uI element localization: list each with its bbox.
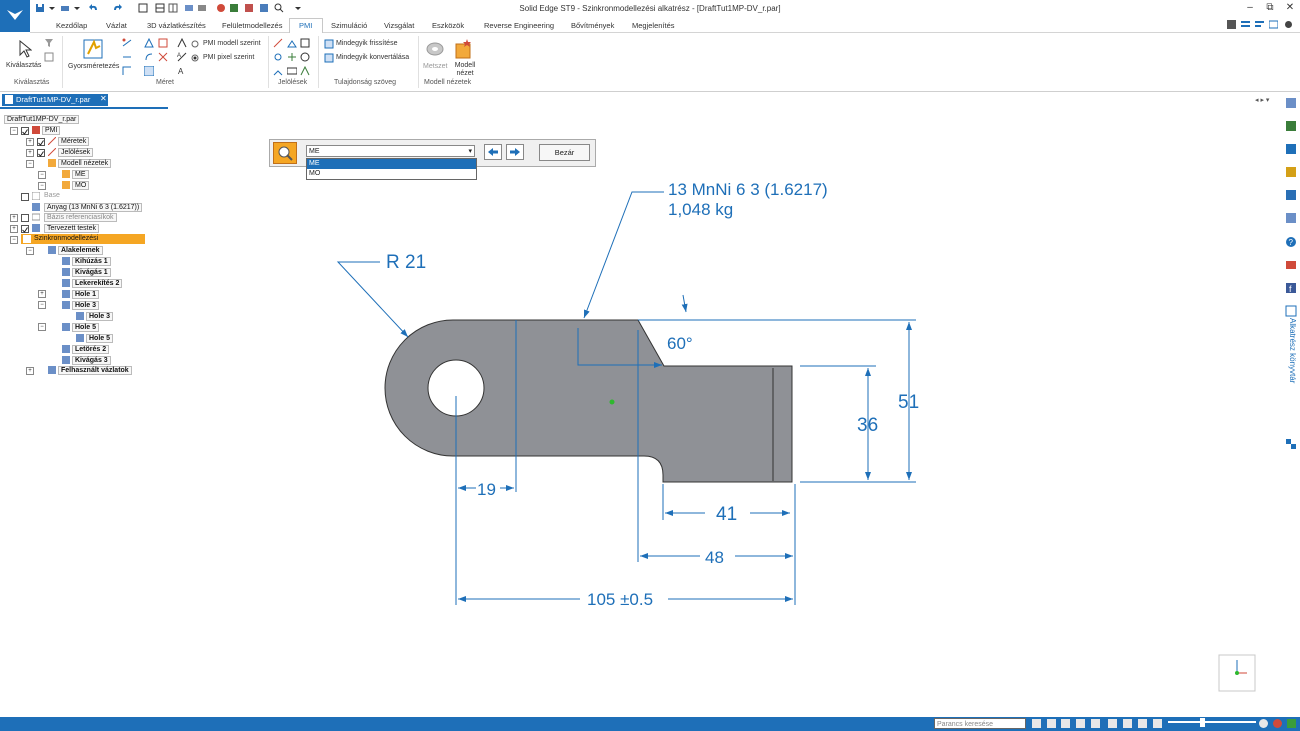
style-icon[interactable] bbox=[1123, 719, 1132, 728]
docked-panel-3-icon[interactable] bbox=[1285, 143, 1297, 155]
dim-19-label[interactable]: 19 bbox=[477, 480, 496, 499]
zoom-icon[interactable] bbox=[1061, 719, 1070, 728]
status-bar bbox=[0, 717, 1300, 731]
docked-panel-1-icon[interactable] bbox=[1285, 97, 1297, 109]
zoom-area-icon[interactable] bbox=[1076, 719, 1085, 728]
dim-36-label[interactable]: 36 bbox=[857, 415, 878, 436]
docked-panel-4-icon[interactable] bbox=[1285, 166, 1297, 178]
docked-panel-last-icon[interactable] bbox=[1285, 438, 1297, 450]
dim-41-label[interactable]: 41 bbox=[716, 504, 737, 525]
angle-label[interactable]: 60° bbox=[667, 334, 693, 353]
pan-icon[interactable] bbox=[1091, 719, 1100, 728]
part-origin-point bbox=[609, 399, 615, 405]
notifications-icon[interactable] bbox=[1287, 719, 1296, 728]
radius-label[interactable]: R 21 bbox=[386, 252, 426, 273]
shading-icon[interactable] bbox=[1138, 719, 1147, 728]
mass-label[interactable]: 1,048 kg bbox=[668, 200, 733, 219]
docked-panel-2-icon[interactable] bbox=[1285, 120, 1297, 132]
angle-arrow bbox=[681, 294, 688, 313]
svg-text:?: ? bbox=[1289, 238, 1294, 247]
dim-105-label[interactable]: 105 ±0.5 bbox=[587, 590, 653, 609]
rotate-icon[interactable] bbox=[1108, 719, 1117, 728]
zoom-in-icon[interactable] bbox=[1259, 719, 1268, 728]
docked-panel-6-icon[interactable] bbox=[1285, 212, 1297, 224]
facebook-icon[interactable]: f bbox=[1285, 282, 1297, 294]
dim-48-label[interactable]: 48 bbox=[705, 548, 724, 567]
parts-library-tab[interactable]: Alkatrész könyvtár bbox=[1283, 318, 1297, 438]
radius-leader bbox=[336, 261, 409, 338]
parts-library-icon[interactable] bbox=[1285, 305, 1297, 317]
youtube-icon[interactable] bbox=[1285, 259, 1297, 271]
material-leader bbox=[583, 191, 664, 319]
material-label[interactable]: 13 MnNi 6 3 (1.6217) bbox=[668, 180, 828, 199]
model-canvas[interactable]: 13 MnNi 6 3 (1.6217) 1,048 kg R 21 60° 5… bbox=[0, 0, 1300, 731]
help-circle-icon[interactable]: ? bbox=[1285, 236, 1297, 248]
zoom-slider-track[interactable] bbox=[1168, 721, 1256, 723]
record-icon[interactable] bbox=[1273, 719, 1282, 728]
docked-panel-5-icon[interactable] bbox=[1285, 189, 1297, 201]
zoom-slider-handle[interactable] bbox=[1200, 718, 1205, 727]
triad-origin bbox=[1235, 671, 1239, 675]
fit-icon[interactable] bbox=[1047, 719, 1056, 728]
arrow-right-status-icon[interactable] bbox=[1032, 719, 1041, 728]
dim-51-label[interactable]: 51 bbox=[898, 392, 919, 413]
display-icon[interactable] bbox=[1153, 719, 1162, 728]
command-search-input[interactable]: Parancs keresése bbox=[934, 718, 1026, 729]
